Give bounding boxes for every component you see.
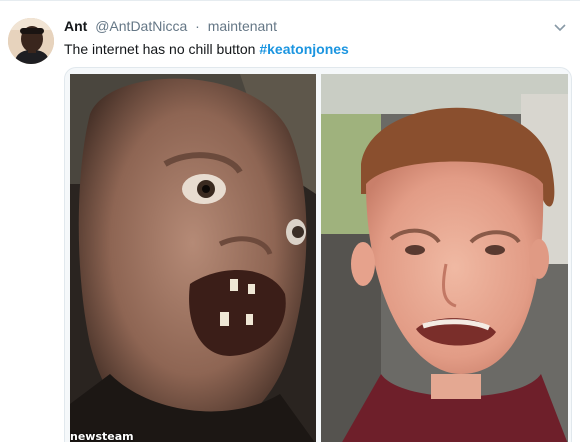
photo-right-image <box>321 74 568 442</box>
more-options-button[interactable] <box>552 19 568 35</box>
tweet-header: Ant @AntDatNicca · maintenant <box>64 16 277 36</box>
media-photo-left[interactable]: newsteam <box>70 74 316 442</box>
tweet-text: The internet has no chill button #keaton… <box>64 39 349 59</box>
photo-watermark: newsteam <box>70 430 134 442</box>
user-handle[interactable]: @AntDatNicca <box>95 18 187 34</box>
avatar-image <box>8 18 54 64</box>
hashtag-link[interactable]: #keatonjones <box>259 41 348 57</box>
tweet-card[interactable]: Ant @AntDatNicca · maintenant The intern… <box>0 0 580 442</box>
display-name[interactable]: Ant <box>64 18 87 34</box>
tweet-media[interactable]: newsteam <box>64 67 572 442</box>
tweet-body: The internet has no chill button <box>64 41 256 57</box>
photo-left-image <box>70 74 316 442</box>
chevron-down-icon <box>554 24 566 32</box>
separator-dot: · <box>195 18 200 34</box>
avatar[interactable] <box>8 18 54 64</box>
timestamp[interactable]: maintenant <box>208 18 277 34</box>
media-photo-right[interactable] <box>321 74 568 442</box>
